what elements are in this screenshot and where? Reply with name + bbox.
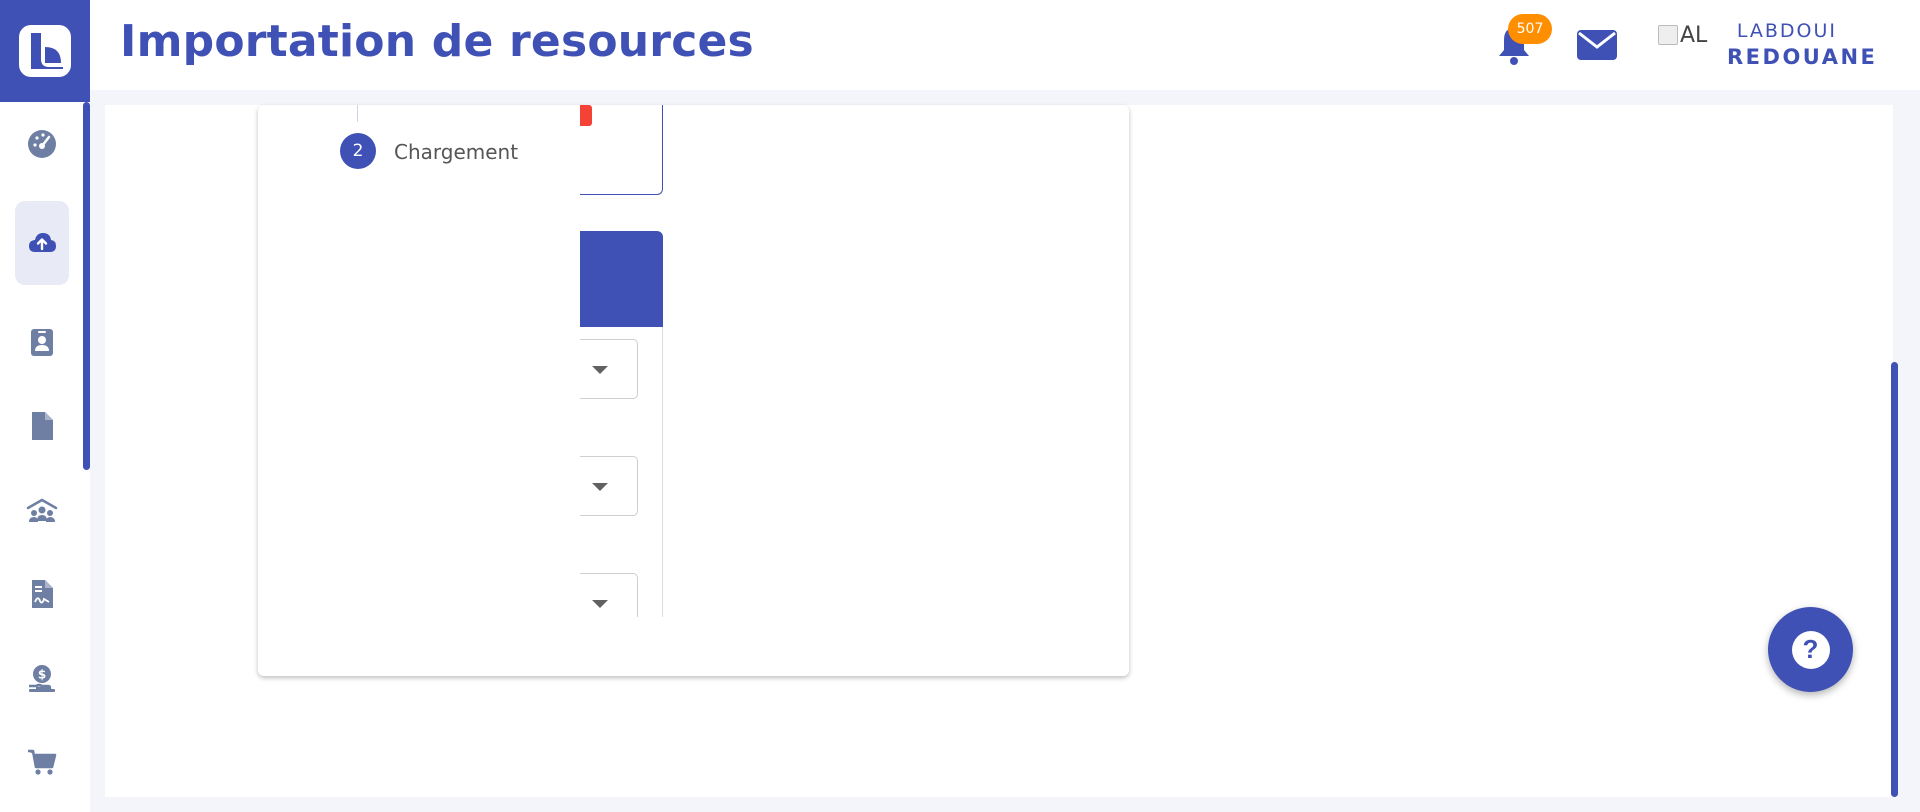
broken-image-icon — [1658, 25, 1678, 45]
stepper-connector — [357, 105, 358, 122]
nav-shop[interactable] — [15, 720, 69, 804]
step-label[interactable]: Chargement — [394, 140, 518, 164]
error-indicator — [580, 105, 592, 126]
contact-card-icon — [31, 329, 53, 356]
nav-documents[interactable] — [15, 384, 69, 468]
dashboard-gauge-icon — [28, 130, 56, 158]
page-title: Importation de resources — [120, 16, 754, 67]
svg-text:$: $ — [38, 668, 46, 682]
signed-document-icon — [32, 580, 53, 608]
dropdown-arrow-icon — [592, 366, 608, 374]
help-question-icon: ? — [1791, 630, 1830, 669]
sidebar: $ — [0, 0, 90, 812]
app-logo[interactable] — [0, 0, 90, 102]
upload-box — [580, 105, 663, 195]
help-button[interactable]: ? — [1768, 607, 1853, 692]
dropdown-arrow-icon — [592, 600, 608, 608]
user-first-name[interactable]: LABDOUI — [1727, 20, 1837, 42]
step-number[interactable]: 2 — [340, 133, 376, 169]
nav-payments[interactable]: $ — [15, 636, 69, 720]
page-scrollbar[interactable] — [1891, 362, 1898, 797]
mapping-select-3[interactable] — [580, 573, 638, 617]
top-header: Importation de resources 507 AL LABDOUI … — [90, 0, 1920, 90]
mail-icon[interactable] — [1575, 28, 1619, 62]
user-avatar[interactable]: AL — [1658, 20, 1718, 50]
dropdown-arrow-icon — [592, 483, 608, 491]
nav-contacts[interactable] — [15, 300, 69, 384]
sidebar-scrollbar[interactable] — [83, 102, 90, 470]
mapping-select-2[interactable] — [580, 456, 638, 516]
team-icon — [26, 498, 58, 522]
mapping-panel-border — [662, 327, 663, 617]
user-last-name[interactable]: REDOUANE — [1727, 45, 1875, 69]
notification-count-badge: 507 — [1508, 14, 1552, 44]
shopping-cart-icon — [28, 749, 57, 775]
mapping-select-1[interactable] — [580, 339, 638, 399]
document-icon — [32, 412, 53, 440]
nav-import[interactable] — [15, 201, 69, 285]
avatar-alt-text: AL — [1680, 22, 1708, 48]
nav-dashboard[interactable] — [15, 102, 69, 186]
nav-signed-documents[interactable] — [15, 552, 69, 636]
cloud-upload-icon — [29, 233, 56, 252]
nav-teams[interactable] — [15, 468, 69, 552]
logo-icon — [19, 25, 71, 77]
money-hand-icon: $ — [29, 665, 55, 692]
import-card — [258, 105, 1129, 676]
mapping-panel-header — [580, 231, 663, 327]
